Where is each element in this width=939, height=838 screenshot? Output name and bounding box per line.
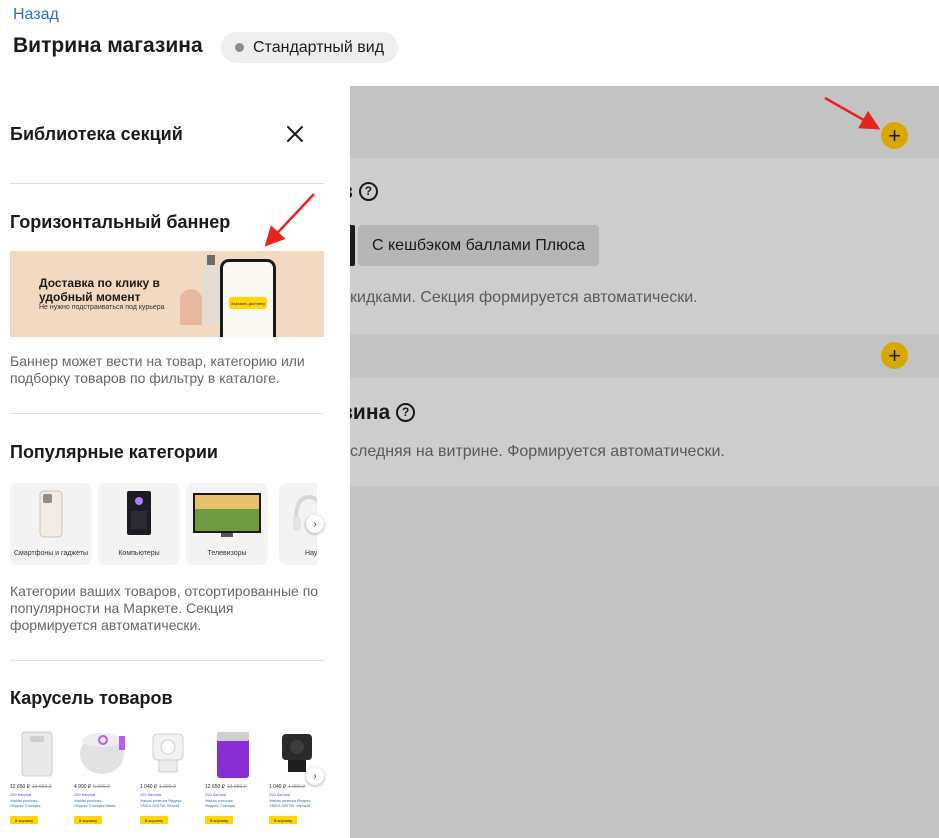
annotation-arrows bbox=[264, 96, 881, 247]
store-showcase-editor: Назад Витрина магазина Стандартный вид +… bbox=[0, 0, 939, 838]
annotation-arrow bbox=[264, 193, 315, 247]
annotation-arrow bbox=[824, 96, 881, 130]
